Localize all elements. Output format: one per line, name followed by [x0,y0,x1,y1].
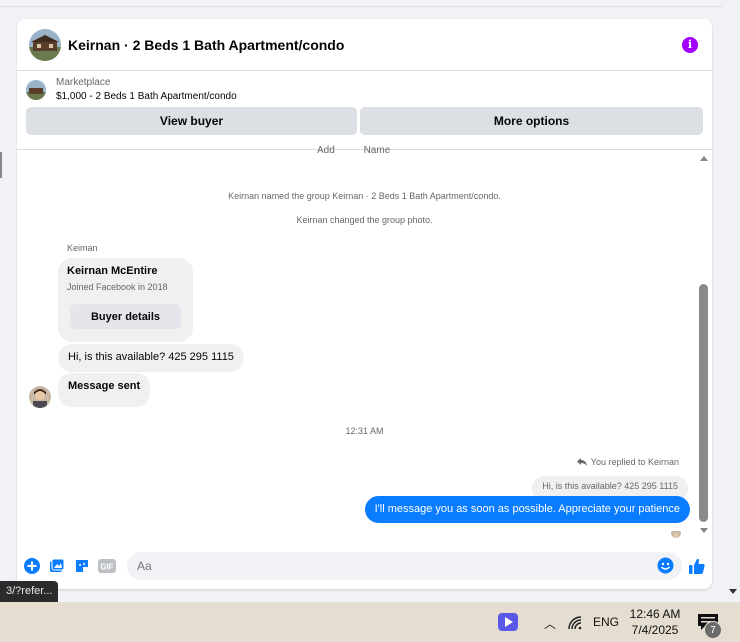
top-divider [0,6,722,7]
listing-summary: $1,000 - 2 Beds 1 Bath Apartment/condo [56,91,237,102]
marketplace-buttons: View buyer More options [26,107,703,135]
read-receipt-avatar [671,528,681,538]
image-icon[interactable] [48,557,66,575]
plus-circle-icon[interactable] [23,557,41,575]
system-message-rename: Keirnan named the group Keirnan · 2 Beds… [228,191,501,201]
media-player-icon[interactable] [498,613,518,631]
scroll-down-icon[interactable] [700,528,708,533]
language-indicator[interactable]: ENG [593,615,619,629]
buyer-joined: Joined Facebook in 2018 [67,282,168,292]
listing-thumbnail [26,79,46,100]
system-message-photo: Keirnan changed the group photo. [296,215,433,225]
gif-icon[interactable]: GIF [98,557,116,575]
page-scrollbar[interactable] [726,0,740,602]
replied-label: You replied to Keirnan [590,457,679,467]
taskbar: ︿ ENG 12:46 AM 7/4/2025 7 [0,602,740,642]
clock-time: 12:46 AM [629,607,681,621]
time-separator: 12:31 AM [345,426,384,436]
incoming-message[interactable]: Message sent [58,373,151,407]
group-avatar[interactable] [29,28,61,61]
left-edge-marks [0,152,2,178]
marketplace-panel: Marketplace $1,000 - 2 Beds 1 Bath Apart… [17,71,712,150]
marketplace-listing[interactable]: Marketplace $1,000 - 2 Beds 1 Bath Apart… [26,77,703,102]
cut-label-name: Name [363,145,391,156]
message-input[interactable] [137,559,672,573]
chat-window: Keirnan · 2 Beds 1 Bath Apartment/condo … [17,19,712,589]
composer: GIF [17,549,712,583]
notification-badge: 7 [704,621,722,639]
sticker-icon[interactable] [73,557,91,575]
clock[interactable]: 12:46 AM 7/4/2025 [626,606,684,638]
buyer-avatar[interactable] [29,386,51,408]
marketplace-label: Marketplace [56,77,111,88]
chat-header: Keirnan · 2 Beds 1 Bath Apartment/condo … [17,19,712,71]
clock-date: 7/4/2025 [631,623,679,637]
scroll-thumb[interactable] [699,284,708,522]
outgoing-message[interactable]: I'll message you as soon as possible. Ap… [364,496,690,523]
chat-title[interactable]: Keirnan · 2 Beds 1 Bath Apartment/condo [68,37,682,53]
cut-label-add: Add [317,145,335,156]
gif-label: GIF [100,563,113,572]
scroll-up-icon[interactable] [700,156,708,161]
emoji-icon[interactable] [657,557,674,574]
buyer-name: Keirnan McEntire [67,265,158,277]
sender-label: Keiman [67,243,98,253]
chevron-up-icon[interactable]: ︿ [544,615,556,632]
buyer-card: Keirnan McEntire Joined Facebook in 2018… [58,258,193,342]
reply-arrow-icon [576,458,587,466]
info-icon[interactable]: i [682,36,698,53]
view-buyer-button[interactable]: View buyer [26,107,357,135]
incoming-message[interactable]: Hi, is this available? 425 295 1115 [58,344,244,372]
buyer-details-button[interactable]: Buyer details [70,304,181,329]
page-scroll-down-icon[interactable] [729,589,737,594]
url-tooltip: 3/?refer... [0,581,59,603]
more-options-button[interactable]: More options [360,107,703,135]
wifi-icon[interactable] [568,616,584,630]
message-thread: Add Name Keirnan named the group Keirnan… [17,145,712,540]
cut-off-labels: Add Name [317,145,390,156]
replied-indicator: You replied to Keirnan [576,457,679,467]
message-input-box[interactable] [127,552,682,580]
thread-scrollbar[interactable] [697,156,711,536]
like-icon[interactable] [688,557,706,575]
